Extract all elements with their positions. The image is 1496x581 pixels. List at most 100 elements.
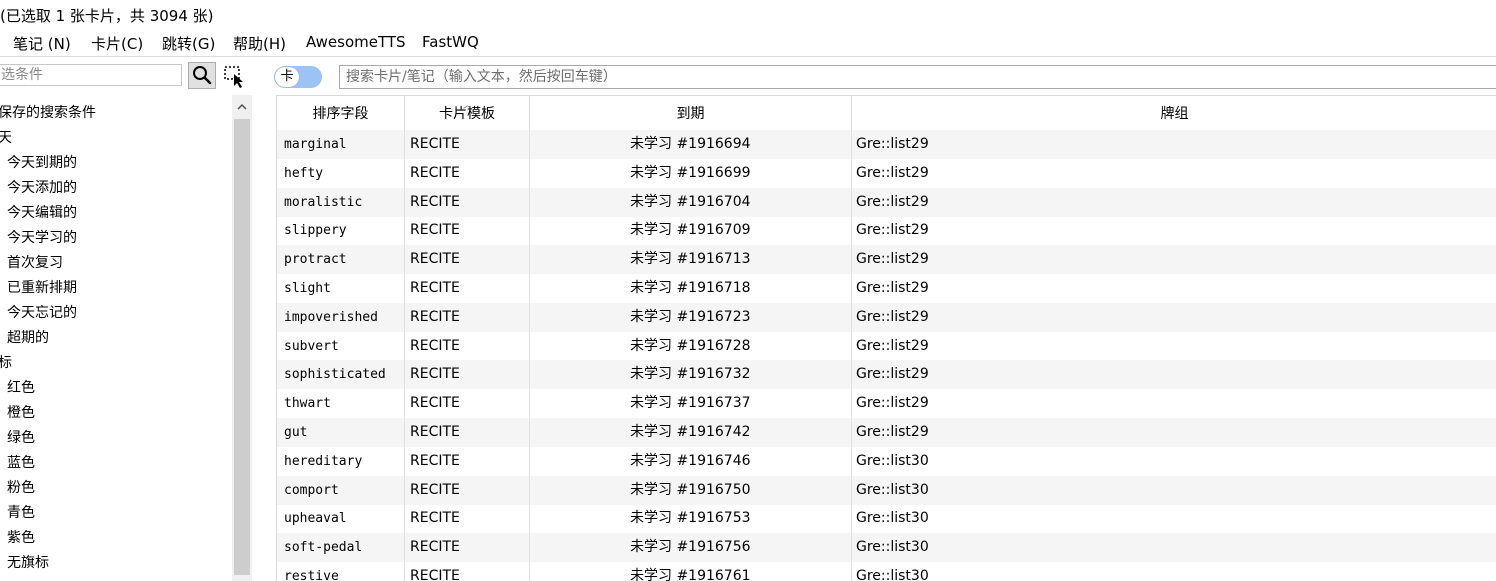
sidebar-item-flag-cyan[interactable]: 青色 bbox=[7, 502, 35, 522]
table-row[interactable]: comport RECITE 未学习 #1916750 Gre::list30 bbox=[277, 475, 1496, 505]
cell-sort-field: impoverished bbox=[277, 302, 405, 332]
cell-card-template: RECITE bbox=[405, 274, 530, 303]
table-row[interactable]: marginal RECITE 未学习 #1916694 Gre::list29 bbox=[277, 130, 1496, 159]
sidebar-item-flag-orange[interactable]: 橙色 bbox=[7, 402, 35, 422]
cell-sort-field: moralistic bbox=[277, 187, 405, 217]
cell-deck: Gre::list29 bbox=[856, 136, 929, 152]
cell-sort-field: slight bbox=[277, 274, 405, 303]
table-row[interactable]: thwart RECITE 未学习 #1916737 Gre::list29 bbox=[277, 389, 1496, 419]
table-row[interactable]: slight RECITE 未学习 #1916718 Gre::list29 bbox=[277, 274, 1496, 303]
table-row[interactable]: upheaval RECITE 未学习 #1916753 Gre::list30 bbox=[277, 504, 1496, 534]
cell-card-template: RECITE bbox=[405, 158, 530, 188]
cell-deck: Gre::list29 bbox=[856, 251, 929, 268]
sidebar-item-overdue[interactable]: 超期的 bbox=[7, 327, 49, 347]
cell-due: 未学习 #1916723 bbox=[530, 302, 852, 332]
table-row[interactable]: hefty RECITE 未学习 #1916699 Gre::list29 bbox=[277, 158, 1496, 188]
column-header-due[interactable]: 到期 bbox=[530, 96, 852, 130]
cell-deck: Gre::list30 bbox=[856, 568, 929, 581]
cell-due: 未学习 #1916718 bbox=[530, 274, 852, 303]
cell-sort-field: hereditary bbox=[277, 446, 405, 476]
cell-card-template: RECITE bbox=[405, 360, 530, 390]
menu-awesometts[interactable]: AwesomeTTS bbox=[306, 33, 406, 51]
cell-deck: Gre::list29 bbox=[856, 366, 929, 383]
cards-notes-toggle[interactable]: 卡 bbox=[274, 66, 322, 88]
select-cursor-icon[interactable] bbox=[223, 65, 247, 89]
sidebar-item-flag-red[interactable]: 红色 bbox=[7, 377, 35, 397]
sidebar-scroll-thumb[interactable] bbox=[234, 119, 250, 575]
cell-card-template: RECITE bbox=[405, 245, 530, 275]
cell-due: 未学习 #1916699 bbox=[530, 158, 852, 188]
cell-sort-field: comport bbox=[277, 475, 405, 505]
magnifier-icon bbox=[193, 66, 212, 85]
cell-sort-field: upheaval bbox=[277, 504, 405, 534]
sidebar-item-no-flag[interactable]: 无旗标 bbox=[7, 552, 49, 572]
table-row[interactable]: restive RECITE 未学习 #1916761 Gre::list30 bbox=[277, 562, 1496, 581]
cell-deck: Gre::list30 bbox=[856, 510, 929, 527]
menu-bar: 笔记 (N) 卡片(C) 跳转(G) 帮助(H) AwesomeTTS Fast… bbox=[0, 30, 1496, 56]
search-input[interactable] bbox=[339, 65, 1496, 89]
cell-deck: Gre::list30 bbox=[856, 481, 929, 498]
table-row[interactable]: hereditary RECITE 未学习 #1916746 Gre::list30 bbox=[277, 446, 1496, 476]
cell-due: 未学习 #1916694 bbox=[530, 130, 852, 159]
table-row[interactable]: slippery RECITE 未学习 #1916709 Gre::list29 bbox=[277, 216, 1496, 246]
cell-due: 未学习 #1916742 bbox=[530, 418, 852, 447]
cell-card-template: RECITE bbox=[405, 446, 530, 476]
menu-cards[interactable]: 卡片(C) bbox=[91, 33, 143, 54]
sidebar-item-flag-green[interactable]: 绿色 bbox=[7, 427, 35, 447]
sidebar-item-rescheduled[interactable]: 已重新排期 bbox=[7, 277, 77, 297]
window-title-bar: (已选取 1 张卡片，共 3094 张) bbox=[0, 0, 1496, 30]
sidebar-item-saved-searches[interactable]: 保存的搜索条件 bbox=[0, 102, 96, 122]
cell-card-template: RECITE bbox=[405, 130, 530, 159]
sidebar-item-edited-today[interactable]: 今天编辑的 bbox=[7, 202, 77, 222]
sidebar-item-flag-purple[interactable]: 紫色 bbox=[7, 527, 35, 547]
sidebar-item-first-review[interactable]: 首次复习 bbox=[7, 252, 63, 272]
cell-sort-field: protract bbox=[277, 245, 405, 275]
cell-sort-field: restive bbox=[277, 562, 405, 581]
cell-card-template: RECITE bbox=[405, 418, 530, 447]
cell-sort-field: hefty bbox=[277, 158, 405, 188]
cell-due: 未学习 #1916750 bbox=[530, 475, 852, 505]
cell-card-template: RECITE bbox=[405, 504, 530, 534]
sidebar-item-flags[interactable]: 标 bbox=[0, 352, 12, 372]
sidebar-item-flag-blue[interactable]: 蓝色 bbox=[7, 452, 35, 472]
column-header-sort-field[interactable]: 排序字段 bbox=[277, 96, 405, 130]
sidebar-item-studied-today[interactable]: 今天学习的 bbox=[7, 227, 77, 247]
table-row[interactable]: gut RECITE 未学习 #1916742 Gre::list29 bbox=[277, 418, 1496, 447]
cell-due: 未学习 #1916732 bbox=[530, 360, 852, 390]
cell-sort-field: sophisticated bbox=[277, 360, 405, 390]
table-row[interactable]: impoverished RECITE 未学习 #1916723 Gre::list2… bbox=[277, 302, 1496, 332]
sidebar-item-flag-pink[interactable]: 粉色 bbox=[7, 477, 35, 497]
table-row[interactable]: protract RECITE 未学习 #1916713 Gre::list29 bbox=[277, 245, 1496, 275]
cell-deck: Gre::list29 bbox=[856, 337, 929, 354]
sidebar-item-today[interactable]: 天 bbox=[0, 127, 12, 147]
cell-sort-field: marginal bbox=[277, 130, 405, 159]
pane-splitter[interactable] bbox=[254, 95, 276, 581]
cell-sort-field: gut bbox=[277, 418, 405, 447]
menu-go[interactable]: 跳转(G) bbox=[162, 33, 215, 54]
table-row[interactable]: subvert RECITE 未学习 #1916728 Gre::list29 bbox=[277, 331, 1496, 361]
cell-deck: Gre::list29 bbox=[856, 308, 929, 325]
menu-help[interactable]: 帮助(H) bbox=[233, 33, 286, 54]
cell-card-template: RECITE bbox=[405, 331, 530, 361]
filter-input[interactable] bbox=[0, 64, 182, 86]
cell-due: 未学习 #1916704 bbox=[530, 187, 852, 217]
cell-due: 未学习 #1916753 bbox=[530, 504, 852, 534]
menu-note[interactable]: 笔记 (N) bbox=[13, 33, 71, 54]
table-row[interactable]: sophisticated RECITE 未学习 #1916732 Gre::list… bbox=[277, 360, 1496, 390]
cell-due: 未学习 #1916728 bbox=[530, 331, 852, 361]
cell-deck: Gre::list29 bbox=[856, 164, 929, 181]
table-row[interactable]: soft-pedal RECITE 未学习 #1916756 Gre::list30 bbox=[277, 533, 1496, 563]
sidebar-item-added-today[interactable]: 今天添加的 bbox=[7, 177, 77, 197]
search-button[interactable] bbox=[188, 62, 216, 89]
window-title: (已选取 1 张卡片，共 3094 张) bbox=[0, 7, 214, 25]
menu-fastwq[interactable]: FastWQ bbox=[422, 33, 479, 51]
sidebar-item-forgotten-today[interactable]: 今天忘记的 bbox=[7, 302, 77, 322]
cell-due: 未学习 #1916761 bbox=[530, 562, 852, 581]
table-row[interactable]: moralistic RECITE 未学习 #1916704 Gre::list29 bbox=[277, 187, 1496, 217]
cell-sort-field: slippery bbox=[277, 216, 405, 246]
sidebar-item-due-today[interactable]: 今天到期的 bbox=[7, 152, 77, 172]
scroll-up-arrow-icon[interactable] bbox=[232, 97, 252, 117]
column-header-deck[interactable]: 牌组 bbox=[852, 96, 1496, 130]
cell-deck: Gre::list29 bbox=[856, 222, 929, 239]
cell-card-template: RECITE bbox=[405, 216, 530, 246]
